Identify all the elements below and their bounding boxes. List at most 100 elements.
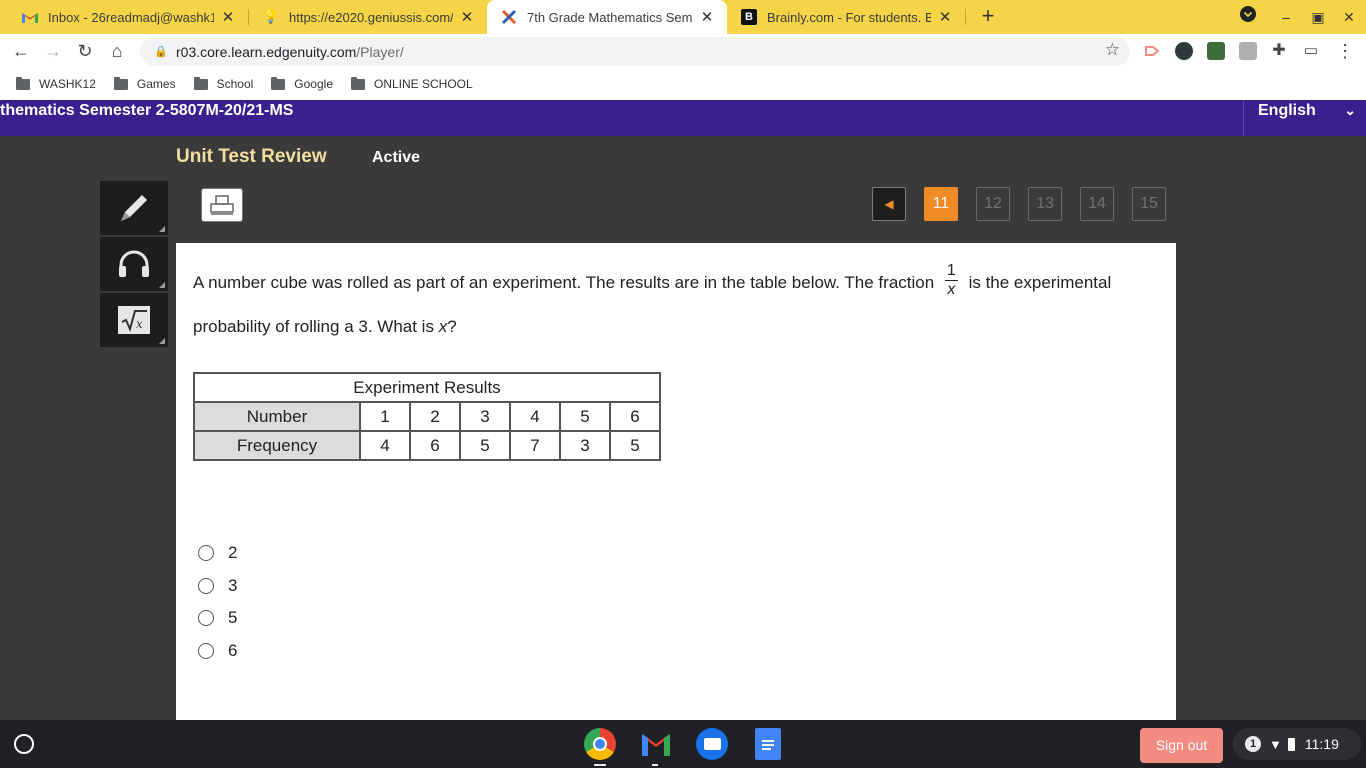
radio-button[interactable] <box>198 642 214 659</box>
tab-geniussis[interactable]: 💡 https://e2020.geniussis.com/FE ✕ <box>249 0 487 34</box>
page-button[interactable]: 14 <box>1080 187 1114 221</box>
tab-strip: Inbox - 26readmadj@washk12.o ✕ 💡 https:/… <box>0 0 1366 34</box>
battery-icon <box>1287 737 1295 751</box>
bookmark-google[interactable]: Google <box>271 76 333 91</box>
fraction-denominator: x <box>947 281 956 299</box>
pencil-tool-button[interactable] <box>100 181 168 237</box>
fraction: 1x <box>944 262 958 299</box>
audio-tool-button[interactable] <box>100 237 168 293</box>
url-host: r03.core.learn.edgenuity.com <box>176 43 357 60</box>
choice-option[interactable]: 2 <box>198 537 237 570</box>
bookmark-label: Games <box>136 77 176 91</box>
bookmark-online-school[interactable]: ONLINE SCHOOL <box>351 76 473 91</box>
chrome-app-icon[interactable] <box>584 728 616 760</box>
course-title: thematics Semester 2-5807M-20/21-MS <box>0 102 294 119</box>
os-shelf: Sign out 1 ▼ 11:19 <box>0 720 1366 768</box>
square-root-icon: x <box>118 306 150 334</box>
minimize-icon[interactable]: – <box>1275 6 1297 28</box>
folder-icon <box>113 76 128 90</box>
page-button[interactable]: 13 <box>1028 187 1062 221</box>
bookmark-games[interactable]: Games <box>113 76 176 91</box>
row-header: Number <box>193 401 361 432</box>
extension-lp-icon[interactable] <box>1175 42 1193 60</box>
bookmark-star-icon[interactable]: ☆ <box>1105 40 1120 60</box>
close-window-icon[interactable]: ✕ <box>1338 6 1360 28</box>
page-button[interactable]: 12 <box>976 187 1010 221</box>
back-icon[interactable]: ← <box>10 40 32 62</box>
close-tab-icon[interactable]: ✕ <box>220 8 236 26</box>
table-cell: 5 <box>459 430 511 461</box>
choice-option[interactable]: 5 <box>198 602 237 635</box>
restore-icon[interactable]: ▣ <box>1307 6 1329 28</box>
lock-icon: 🔒 <box>154 46 168 58</box>
table-cell: 6 <box>609 401 661 432</box>
radio-button[interactable] <box>198 577 214 594</box>
tab-gmail[interactable]: Inbox - 26readmadj@washk12.o ✕ <box>8 0 248 34</box>
tool-palette: x <box>100 181 168 349</box>
close-tab-icon[interactable]: ✕ <box>937 8 953 26</box>
print-button[interactable] <box>201 188 243 222</box>
choice-option[interactable]: 6 <box>198 635 237 668</box>
bulb-icon: 💡 <box>262 9 280 24</box>
table-caption: Experiment Results <box>193 372 661 403</box>
language-selector[interactable]: English ⌄ <box>1243 100 1366 136</box>
question-text: A number cube was rolled as part of an e… <box>193 261 1178 349</box>
new-tab-button[interactable]: + <box>976 4 1000 28</box>
extension-icon[interactable] <box>1239 42 1257 60</box>
prev-page-button[interactable]: ◀ <box>872 187 906 221</box>
docs-app-icon[interactable] <box>755 728 781 760</box>
question-panel: A number cube was rolled as part of an e… <box>176 243 1176 720</box>
radio-button[interactable] <box>198 610 214 627</box>
url-path: /Player/ <box>356 43 404 60</box>
results-table: Experiment Results Number 1 2 3 4 5 6 Fr… <box>193 372 661 461</box>
close-tab-icon[interactable]: ✕ <box>459 8 475 26</box>
launcher-icon[interactable] <box>14 734 34 754</box>
bookmark-label: WASHK12 <box>39 77 96 91</box>
status-tray[interactable]: 1 ▼ 11:19 <box>1233 728 1361 760</box>
clock: 11:19 <box>1304 736 1339 752</box>
menu-icon[interactable]: ⋮ <box>1334 40 1356 62</box>
radio-button[interactable] <box>198 545 214 562</box>
extensions-puzzle-icon[interactable]: ✚ <box>1268 40 1290 62</box>
tab-brainly[interactable]: B Brainly.com - For students. By st ✕ <box>727 0 965 34</box>
close-tab-icon[interactable]: ✕ <box>699 8 715 26</box>
bookmark-school[interactable]: School <box>193 76 253 91</box>
folder-icon <box>193 76 208 90</box>
tab-title: Inbox - 26readmadj@washk12.o <box>48 9 214 25</box>
choice-label: 5 <box>228 608 238 628</box>
extension-icon[interactable] <box>1207 42 1225 60</box>
tab-title: https://e2020.geniussis.com/FE <box>289 9 453 25</box>
table-cell: 7 <box>509 430 561 461</box>
table-cell: 6 <box>409 430 461 461</box>
running-indicator <box>652 764 658 766</box>
math-tool-button[interactable]: x <box>100 293 168 349</box>
extension-icon[interactable] <box>1143 42 1161 60</box>
forward-icon[interactable]: → <box>42 40 64 62</box>
tab-search-icon[interactable] <box>1237 6 1259 28</box>
page-button-current[interactable]: 11 <box>924 187 958 221</box>
choice-label: 6 <box>228 640 238 660</box>
tab-edgenuity[interactable]: 7th Grade Mathematics Semeste ✕ <box>487 0 727 34</box>
address-bar[interactable]: 🔒 r03.core.learn.edgenuity.com/Player/ ☆ <box>140 37 1130 66</box>
notification-badge: 1 <box>1245 736 1261 752</box>
gmail-app-icon[interactable] <box>640 728 672 760</box>
cast-icon[interactable]: ▭ <box>1300 40 1322 62</box>
choice-option[interactable]: 3 <box>198 570 237 603</box>
tab-title: 7th Grade Mathematics Semeste <box>527 9 693 25</box>
table-cell: 3 <box>559 430 611 461</box>
bookmark-washk12[interactable]: WASHK12 <box>16 76 96 91</box>
bookmarks-bar: WASHK12 Games School Google ONLINE SCHOO… <box>0 68 1366 100</box>
table-cell: 5 <box>609 430 661 461</box>
sign-out-button[interactable]: Sign out <box>1140 728 1223 763</box>
question-part1: A number cube was rolled as part of an e… <box>193 273 935 292</box>
home-icon[interactable]: ⌂ <box>106 40 128 62</box>
wifi-icon: ▼ <box>1269 736 1282 752</box>
chevron-down-icon: ⌄ <box>1344 102 1356 118</box>
course-header: thematics Semester 2-5807M-20/21-MS Engl… <box>0 100 1366 136</box>
files-app-icon[interactable] <box>696 728 728 760</box>
table-row: Number 1 2 3 4 5 6 <box>193 401 661 432</box>
page-button[interactable]: 15 <box>1132 187 1166 221</box>
bookmark-label: ONLINE SCHOOL <box>374 77 473 91</box>
reload-icon[interactable]: ↻ <box>74 40 96 62</box>
tab-divider <box>965 9 966 25</box>
